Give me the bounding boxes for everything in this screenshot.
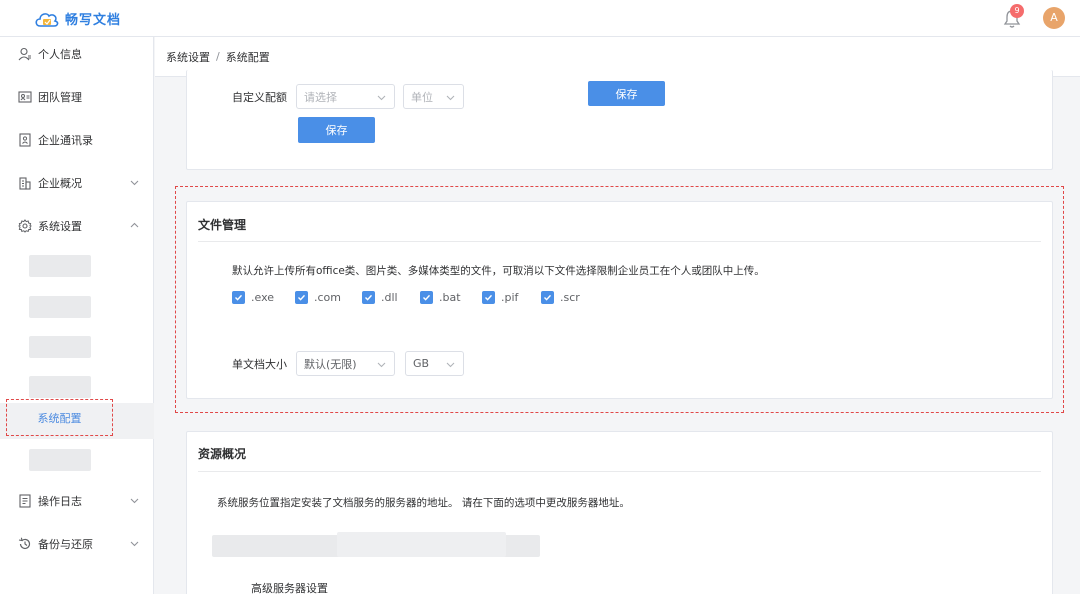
restore-icon xyxy=(18,537,32,551)
card-divider xyxy=(198,241,1041,242)
resources-card: 资源概况 系统服务位置指定安装了文档服务的服务器的地址。 请在下面的选项中更改服… xyxy=(186,431,1053,594)
advanced-server-settings[interactable]: 高级服务器设置 xyxy=(251,580,328,594)
checkbox-pif[interactable]: .pif xyxy=(482,291,518,304)
sidebar-item-label: 团队管理 xyxy=(38,91,82,104)
card-divider xyxy=(198,471,1041,472)
chevron-down-icon xyxy=(446,95,455,101)
resources-title: 资源概况 xyxy=(198,447,247,461)
app-name: 畅写文档 xyxy=(65,13,122,28)
submenu-placeholder[interactable] xyxy=(29,255,91,277)
checkbox-label: .bat xyxy=(439,291,461,304)
checkbox-label: .com xyxy=(314,291,341,304)
save-button-top[interactable]: 保存 xyxy=(588,81,665,106)
chevron-down-icon xyxy=(377,362,386,368)
sidebar-item-backup[interactable]: 备份与还原 xyxy=(0,529,154,559)
sidebar-item-label: 操作日志 xyxy=(38,495,82,508)
sidebar: 个人信息 团队管理 企业通讯录 企业概况 系统设置 系统配置 操作日志 备份与还… xyxy=(0,37,154,594)
sidebar-item-personal-info[interactable]: 个人信息 xyxy=(0,39,154,69)
sidebar-item-team[interactable]: 团队管理 xyxy=(0,82,154,112)
file-management-card: 文件管理 默认允许上传所有office类、图片类、多媒体类型的文件，可取消以下文… xyxy=(186,201,1053,399)
submenu-placeholder[interactable] xyxy=(29,449,91,471)
avatar[interactable]: A xyxy=(1043,7,1065,29)
chevron-down-icon xyxy=(377,95,386,101)
notification-badge: 9 xyxy=(1010,4,1024,18)
size-limit-label: 单文档大小 xyxy=(232,358,287,371)
sidebar-subitem-system-config[interactable]: 系统配置 xyxy=(6,399,113,436)
size-limit-value: 默认(无限) xyxy=(304,357,357,371)
checkbox-label: .pif xyxy=(501,291,519,304)
submenu-placeholder[interactable] xyxy=(29,376,91,398)
checkbox-exe[interactable]: .exe xyxy=(232,291,274,304)
file-management-description: 默认允许上传所有office类、图片类、多媒体类型的文件，可取消以下文件选择限制… xyxy=(232,265,765,277)
team-card-icon xyxy=(18,90,32,104)
breadcrumb-separator: / xyxy=(216,50,220,63)
quota-unit-placeholder: 单位 xyxy=(411,90,433,104)
sidebar-item-system-settings[interactable]: 系统设置 xyxy=(0,211,154,241)
check-icon xyxy=(541,291,554,304)
submenu-placeholder[interactable] xyxy=(29,336,91,358)
checkbox-bat[interactable]: .bat xyxy=(420,291,461,304)
size-unit-select[interactable]: GB xyxy=(405,351,464,376)
resources-description: 系统服务位置指定安装了文档服务的服务器的地址。 请在下面的选项中更改服务器地址。 xyxy=(217,497,630,509)
sidebar-item-label: 系统设置 xyxy=(38,220,82,233)
breadcrumb-parent[interactable]: 系统设置 xyxy=(166,49,210,65)
cloud-logo-icon xyxy=(35,12,59,27)
chevron-up-icon xyxy=(130,222,139,228)
check-icon xyxy=(482,291,495,304)
user-icon xyxy=(18,47,32,61)
save-button[interactable]: 保存 xyxy=(298,117,375,143)
breadcrumb-current: 系统配置 xyxy=(225,50,270,64)
checkbox-dll[interactable]: .dll xyxy=(362,291,398,304)
contacts-icon xyxy=(18,133,32,147)
sidebar-item-overview[interactable]: 企业概况 xyxy=(0,168,154,198)
check-icon xyxy=(362,291,375,304)
checkbox-scr[interactable]: .scr xyxy=(541,291,580,304)
sidebar-item-directory[interactable]: 企业通讯录 xyxy=(0,125,154,155)
sidebar-item-label: 企业通讯录 xyxy=(38,134,93,147)
checkbox-label: .dll xyxy=(381,291,398,304)
size-unit-value: GB xyxy=(413,357,430,370)
check-icon xyxy=(420,291,433,304)
sidebar-item-logs[interactable]: 操作日志 xyxy=(0,486,154,516)
log-document-icon xyxy=(18,494,32,508)
chevron-down-icon xyxy=(130,180,139,186)
sidebar-item-label: 企业概况 xyxy=(38,177,82,190)
chevron-down-icon xyxy=(130,498,139,504)
quota-select-placeholder: 请选择 xyxy=(304,90,337,104)
top-bar: 畅写文档 9 A xyxy=(0,0,1080,37)
quota-select[interactable]: 请选择 xyxy=(296,84,395,109)
chevron-down-icon xyxy=(446,362,455,368)
quota-card: 自定义配额 请选择 单位 保存 保存 xyxy=(186,70,1053,170)
chevron-down-icon xyxy=(130,541,139,547)
server-address-input[interactable] xyxy=(337,532,506,557)
check-icon xyxy=(295,291,308,304)
gear-icon xyxy=(18,219,32,233)
app-logo[interactable]: 畅写文档 xyxy=(34,9,121,28)
sidebar-item-label: 备份与还原 xyxy=(38,538,93,551)
file-management-title: 文件管理 xyxy=(198,218,247,232)
checkbox-label: .exe xyxy=(251,291,275,304)
check-icon xyxy=(232,291,245,304)
sidebar-item-label: 个人信息 xyxy=(38,48,82,61)
size-limit-select[interactable]: 默认(无限) xyxy=(296,351,395,376)
custom-quota-label: 自定义配额 xyxy=(232,91,287,104)
quota-unit-select[interactable]: 单位 xyxy=(403,84,464,109)
building-icon xyxy=(18,176,32,190)
checkbox-label: .scr xyxy=(560,291,580,304)
checkbox-com[interactable]: .com xyxy=(295,291,341,304)
submenu-placeholder[interactable] xyxy=(29,296,91,318)
